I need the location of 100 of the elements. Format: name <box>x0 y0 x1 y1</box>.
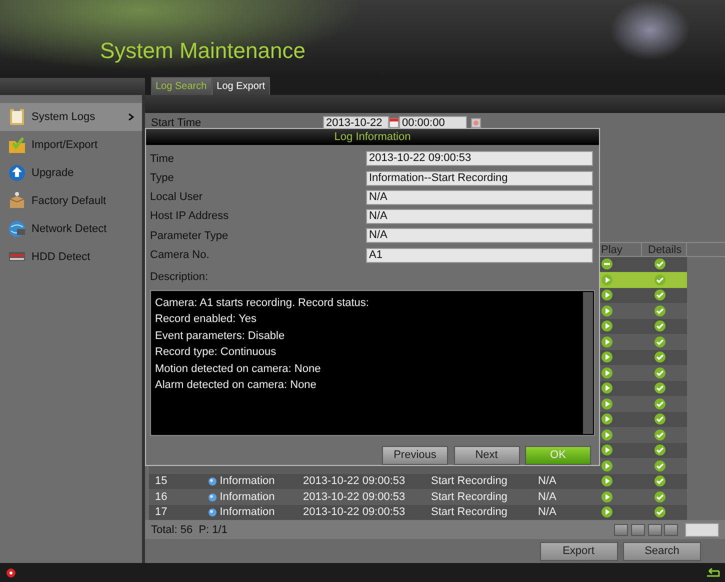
play-icon[interactable] <box>601 506 613 518</box>
tab[interactable]: Log Search <box>150 77 212 95</box>
table-cell-text: Start Recording <box>430 505 508 520</box>
check-icon[interactable] <box>654 304 666 317</box>
tab[interactable]: Log Export <box>212 77 270 95</box>
check-icon[interactable] <box>654 444 666 456</box>
table-row[interactable]: 17 Information 2013-10-22 09:00:53 Start Recording N/A <box>149 504 687 520</box>
first-page-button[interactable] <box>614 524 628 536</box>
play-icon[interactable] <box>601 351 613 364</box>
sidebar-item[interactable]: Network Detect <box>0 215 142 243</box>
table-cell: Information <box>202 473 297 490</box>
table-cell-text: N/A <box>537 474 558 490</box>
table-cell-text: 15 <box>154 474 168 490</box>
play-icon[interactable] <box>601 490 613 503</box>
table-cell: Information <box>202 504 297 521</box>
check-icon[interactable] <box>654 366 666 379</box>
page-field[interactable] <box>685 522 719 537</box>
table-row[interactable]: 16 Information 2013-10-22 09:00:53 Start Recording N/A <box>149 489 687 505</box>
check-icon[interactable] <box>654 490 666 503</box>
sidebar-item[interactable]: System Logs <box>0 103 142 131</box>
info-icon <box>208 508 217 518</box>
calendar-icon <box>389 118 399 128</box>
check-icon[interactable] <box>654 320 666 332</box>
dialog-button[interactable]: Next <box>454 446 520 465</box>
time-field[interactable]: 00:00:00 <box>399 116 467 130</box>
action-button[interactable]: Search <box>623 542 701 561</box>
play-icon[interactable] <box>601 475 613 488</box>
play-icon[interactable] <box>601 444 613 456</box>
clipboard-icon <box>8 107 26 127</box>
check-icon[interactable] <box>654 289 666 302</box>
next-page-button[interactable] <box>648 524 662 536</box>
description-line: Camera: A1 starts recording. Record status: <box>155 296 369 311</box>
value-field: N/A <box>366 228 593 244</box>
sidebar-item[interactable]: Upgrade <box>0 159 142 187</box>
check-icon[interactable] <box>654 398 666 410</box>
table-cell: Information <box>202 488 297 506</box>
play-icon[interactable] <box>601 304 613 317</box>
check-icon[interactable] <box>654 336 666 348</box>
check-icon[interactable] <box>654 506 666 518</box>
description-line: Event parameters: Disable <box>155 328 285 344</box>
field-label: Host IP Address <box>149 209 230 224</box>
play-icon[interactable] <box>601 289 613 302</box>
value-field: A1 <box>366 248 593 262</box>
table-cell-text: Start Recording <box>430 490 508 505</box>
action-button[interactable]: Export <box>540 542 618 561</box>
table-cell-text: 17 <box>154 505 168 520</box>
field-label: Type <box>149 170 175 186</box>
play-icon[interactable] <box>601 413 613 426</box>
clock-icon <box>471 118 481 128</box>
play-icon[interactable] <box>601 398 613 410</box>
field-label: Description: <box>150 270 208 286</box>
table-cell-text: 2013-10-22 09:00:53 <box>302 505 406 520</box>
table-cell-text: N/A <box>537 490 558 505</box>
status-icon <box>6 568 16 578</box>
check-icon[interactable] <box>654 460 666 472</box>
table-cell-text: 16 <box>154 490 168 505</box>
field-label: Local User <box>149 190 204 205</box>
info-icon <box>208 492 217 502</box>
previous-page-button[interactable] <box>630 524 645 536</box>
sidebar-item[interactable]: Import/Export <box>0 131 142 159</box>
sidebar-item[interactable]: HDD Detect <box>0 243 142 271</box>
value-field: N/A <box>366 209 593 224</box>
check-icon[interactable] <box>654 274 666 286</box>
field-label: Parameter Type <box>149 228 230 244</box>
stop-icon[interactable] <box>601 258 613 270</box>
dialog-button[interactable]: Previous <box>382 446 448 465</box>
value-field: 2013-10-22 09:00:53 <box>366 151 593 166</box>
check-icon[interactable] <box>654 382 666 394</box>
table-row[interactable]: 15 Information 2013-10-22 09:00:53 Start Recording N/A <box>149 474 687 490</box>
chevron-icon <box>128 113 134 121</box>
play-icon[interactable] <box>601 320 613 332</box>
box-icon <box>8 191 26 211</box>
play-icon[interactable] <box>601 366 613 379</box>
description-line: Record type: Continuous <box>155 345 276 360</box>
check-icon[interactable] <box>654 413 666 426</box>
description-line: Motion detected on camera: None <box>155 362 321 377</box>
column-header: Details <box>642 242 687 256</box>
check-icon[interactable] <box>654 475 666 488</box>
table-cell-text: N/A <box>537 505 558 520</box>
description-line: Alarm detected on camera: None <box>155 378 316 394</box>
play-icon[interactable] <box>601 428 613 441</box>
dialog-title: Log Information <box>146 129 599 145</box>
last-page-button[interactable] <box>664 524 678 536</box>
scrollbar[interactable] <box>583 292 593 434</box>
sidebar-item[interactable]: Factory Default <box>0 187 142 215</box>
page-title: System Maintenance <box>100 38 306 64</box>
table-cell-text: 2013-10-22 09:00:53 <box>302 490 406 505</box>
play-icon[interactable] <box>601 460 613 472</box>
check-icon[interactable] <box>654 351 666 364</box>
check-icon[interactable] <box>654 428 666 441</box>
field-label: Time <box>149 152 176 166</box>
upload-icon <box>8 163 26 183</box>
value-field: N/A <box>366 190 593 205</box>
value-field: Information--Start Recording <box>366 170 593 186</box>
globe-icon <box>8 219 26 239</box>
play-icon[interactable] <box>601 336 613 348</box>
date-field[interactable]: 2013-10-22 <box>323 116 389 130</box>
play-icon[interactable] <box>601 382 613 394</box>
check-icon[interactable] <box>654 258 666 270</box>
info-icon <box>208 477 217 486</box>
